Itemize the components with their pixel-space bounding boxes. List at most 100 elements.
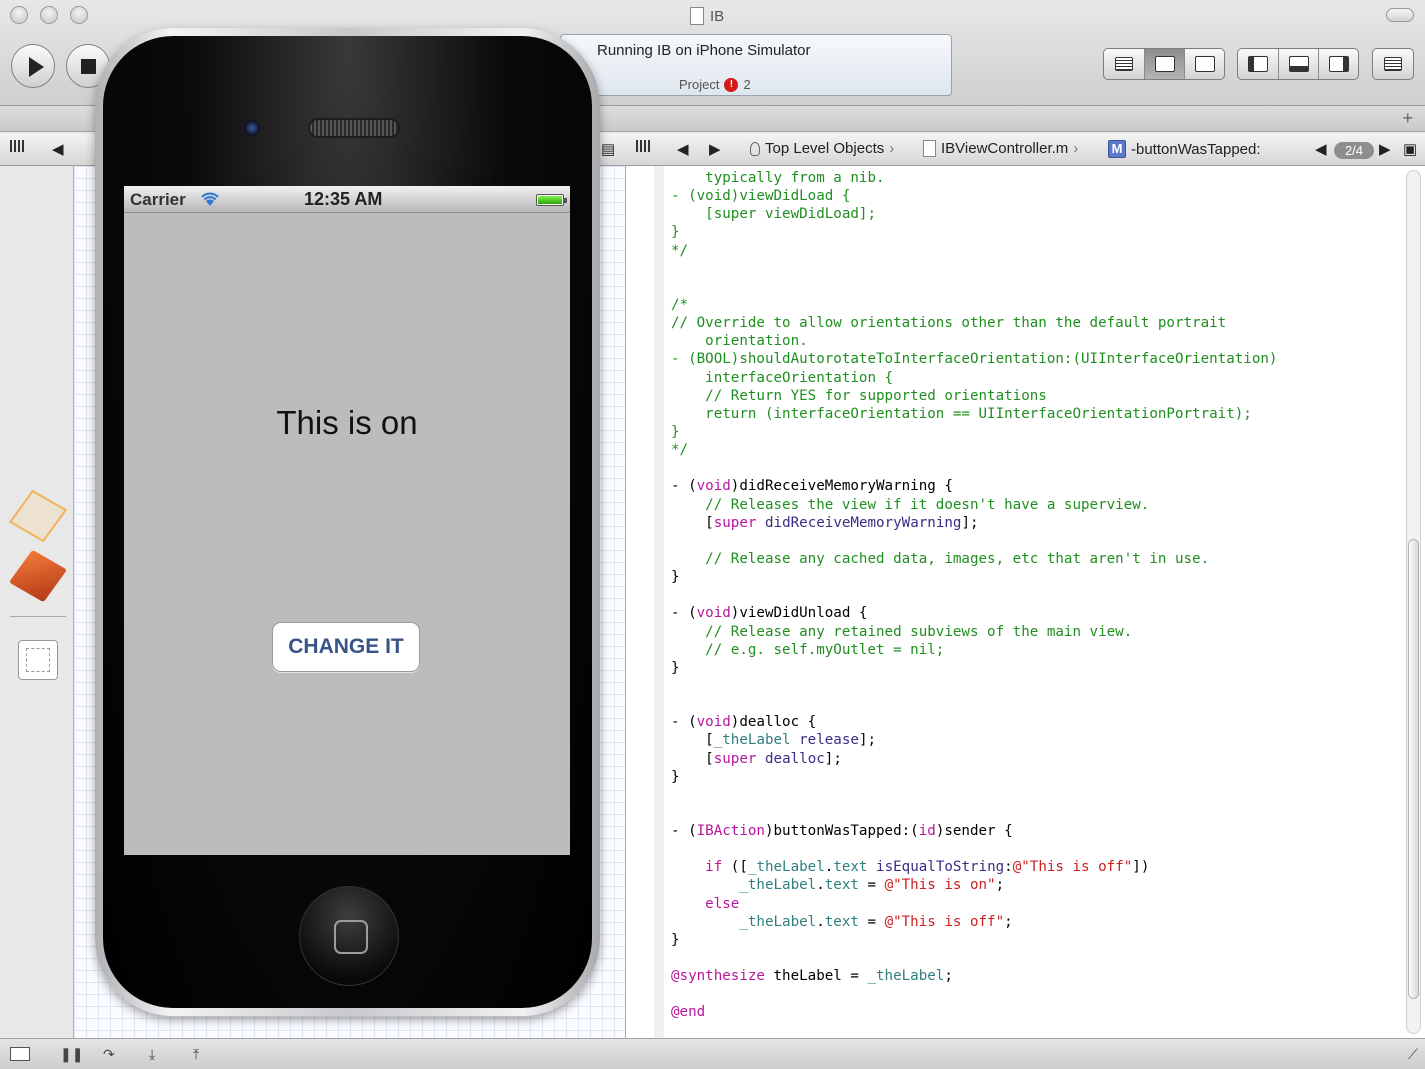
organizer-icon (1384, 57, 1402, 71)
assistant-back-icon[interactable]: ◀ (677, 140, 689, 158)
code-line[interactable]: } (671, 223, 1406, 241)
code-line[interactable]: } (671, 659, 1406, 677)
first-responder-cube-icon[interactable] (8, 549, 68, 603)
breadcrumb-top-level-objects[interactable]: Top Level Objects › (750, 140, 894, 157)
code-line[interactable]: @synthesize theLabel = _theLabel; (671, 967, 1406, 985)
code-line[interactable]: interfaceOrientation { (671, 369, 1406, 387)
code-line[interactable]: typically from a nib. (671, 169, 1406, 187)
carrier-label: Carrier (130, 190, 186, 209)
view-control[interactable] (1237, 48, 1359, 80)
organizer-button[interactable] (1373, 49, 1413, 79)
assistant-editor-button[interactable] (1144, 49, 1184, 79)
activity-project[interactable]: Project ! 2 (679, 77, 751, 92)
code-line[interactable]: - (void)viewDidLoad { (671, 187, 1406, 205)
code-line[interactable]: // Release any cached data, images, etc … (671, 550, 1406, 568)
earpiece-icon (308, 118, 400, 138)
source-editor[interactable]: typically from a nib. - (void)viewDidLoad… (626, 166, 1425, 1038)
related-items-icon[interactable] (10, 140, 26, 152)
code-line[interactable]: [_theLabel release]; (671, 731, 1406, 749)
code-line[interactable]: - (IBAction)buttonWasTapped:(id)sender { (671, 822, 1406, 840)
view-object-icon[interactable] (18, 640, 58, 680)
next-counterpart-icon[interactable]: ▶ (1379, 140, 1391, 158)
assistant-forward-icon[interactable]: ▶ (709, 140, 721, 158)
placeholder-cube-icon[interactable] (8, 489, 68, 543)
activity-viewer[interactable]: Running IB on iPhone Simulator Project !… (560, 34, 952, 96)
code-line[interactable]: _theLabel.text = @"This is on"; (671, 876, 1406, 894)
code-line[interactable]: orientation. (671, 332, 1406, 350)
close-window-button[interactable] (10, 6, 28, 24)
code-line[interactable]: _theLabel.text = @"This is off"; (671, 913, 1406, 931)
code-line[interactable] (671, 532, 1406, 550)
code-line[interactable]: @end (671, 1003, 1406, 1021)
zoom-window-button[interactable] (70, 6, 88, 24)
run-button[interactable] (11, 44, 55, 88)
error-badge-icon: ! (724, 77, 739, 92)
code-line[interactable]: return (interfaceOrientation == UIInterf… (671, 405, 1406, 423)
standard-editor-button[interactable] (1104, 49, 1144, 79)
toggle-navigator-button[interactable] (1238, 49, 1278, 79)
assistant-related-items-icon[interactable] (636, 140, 652, 152)
code-line[interactable]: else (671, 895, 1406, 913)
editor-mode-control[interactable] (1103, 48, 1225, 80)
code-line[interactable] (671, 985, 1406, 1003)
simulator-screen[interactable]: Carrier 12:35 AM This is on CHANGE IT (124, 186, 570, 855)
add-tab-icon[interactable]: + (1402, 108, 1413, 129)
code-line[interactable]: } (671, 931, 1406, 949)
code-line[interactable] (671, 840, 1406, 858)
code-line[interactable]: } (671, 768, 1406, 786)
home-button[interactable] (299, 886, 399, 986)
pause-icon[interactable]: ❚❚ (60, 1046, 83, 1063)
code-line[interactable] (671, 459, 1406, 477)
code-line[interactable]: // Return YES for supported orientations (671, 387, 1406, 405)
code-line[interactable]: /* (671, 296, 1406, 314)
breadcrumb-method[interactable]: M -buttonWasTapped: (1108, 140, 1261, 158)
toggle-debug-area-button[interactable] (1278, 49, 1318, 79)
vertical-scrollbar[interactable] (1406, 170, 1421, 1034)
close-assistant-icon[interactable]: ▣ (1403, 140, 1417, 158)
version-editor-button[interactable] (1184, 49, 1224, 79)
code-line[interactable]: - (void)dealloc { (671, 713, 1406, 731)
code-line[interactable]: [super dealloc]; (671, 750, 1406, 768)
back-arrow-icon[interactable]: ◀ (52, 140, 64, 158)
show-debug-area-icon[interactable] (10, 1047, 30, 1061)
toggle-utilities-button[interactable] (1318, 49, 1358, 79)
code-line[interactable] (671, 804, 1406, 822)
code-line[interactable]: // Release any retained subviews of the … (671, 623, 1406, 641)
code-line[interactable]: [super viewDidLoad]; (671, 205, 1406, 223)
toolbar-toggle-button[interactable] (1386, 8, 1414, 22)
code-line[interactable]: */ (671, 242, 1406, 260)
code-line[interactable]: // Override to allow orientations other … (671, 314, 1406, 332)
code-line[interactable]: } (671, 423, 1406, 441)
scrollbar-thumb[interactable] (1408, 539, 1419, 999)
step-out-icon[interactable]: ⤒ (193, 1046, 199, 1063)
resize-grip-icon[interactable]: ⟋ (1408, 1046, 1418, 1063)
code-line[interactable]: // Releases the view if it doesn't have … (671, 496, 1406, 514)
minimize-window-button[interactable] (40, 6, 58, 24)
code-line[interactable] (671, 786, 1406, 804)
code-line[interactable] (671, 677, 1406, 695)
code-line[interactable]: } (671, 568, 1406, 586)
code-line[interactable]: */ (671, 441, 1406, 459)
code-line[interactable]: if ([_theLabel.text isEqualToString:@"Th… (671, 858, 1406, 876)
code-line[interactable]: - (BOOL)shouldAutorotateToInterfaceOrien… (671, 350, 1406, 368)
code-line[interactable] (671, 586, 1406, 604)
activity-status-text: Running IB on iPhone Simulator (597, 42, 811, 59)
code-line[interactable] (671, 278, 1406, 296)
organizer-control[interactable] (1372, 48, 1414, 80)
code-line[interactable]: - (void)didReceiveMemoryWarning { (671, 477, 1406, 495)
code-line[interactable] (671, 949, 1406, 967)
previous-counterpart-icon[interactable]: ◀ (1315, 140, 1327, 158)
code-line[interactable] (671, 260, 1406, 278)
code-line[interactable]: - (void)viewDidUnload { (671, 604, 1406, 622)
code-line[interactable]: // e.g. self.myOutlet = nil; (671, 641, 1406, 659)
standard-editor-icon (1115, 57, 1133, 71)
change-it-button[interactable]: CHANGE IT (272, 622, 420, 672)
code-folding-ribbon[interactable] (654, 166, 664, 1038)
step-into-icon[interactable]: ⤓ (149, 1046, 155, 1063)
step-over-icon[interactable]: ↷ (103, 1046, 115, 1063)
code-line[interactable] (671, 695, 1406, 713)
code-text[interactable]: typically from a nib. - (void)viewDidLoad… (671, 169, 1406, 1038)
breadcrumb-file[interactable]: IBViewController.m › (923, 140, 1078, 157)
split-editor-icon[interactable]: ▤ (601, 140, 615, 158)
code-line[interactable]: [super didReceiveMemoryWarning]; (671, 514, 1406, 532)
